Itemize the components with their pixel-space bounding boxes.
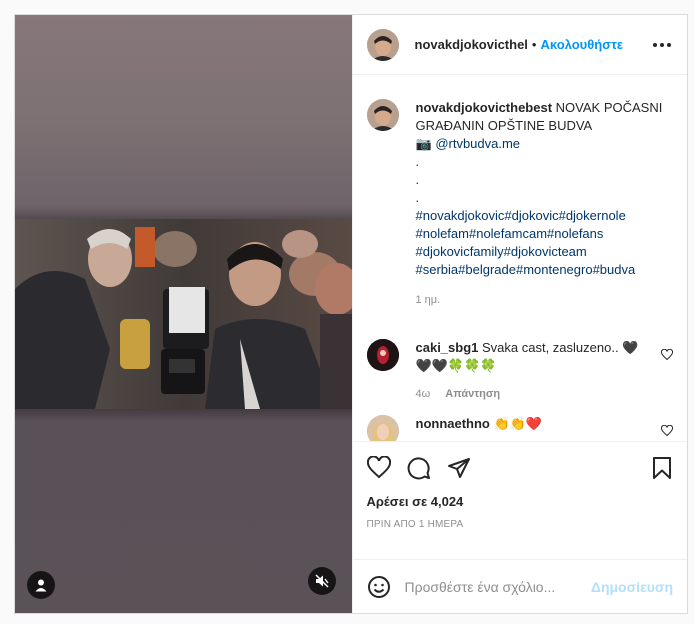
camera-emoji: 📷	[415, 136, 432, 151]
comments-list[interactable]: novakdjokovicthebest NOVAK POČASNI GRAĐA…	[353, 75, 688, 441]
caption-age[interactable]: 1 ημ.	[416, 291, 674, 309]
mute-button[interactable]	[307, 567, 336, 595]
comment-username[interactable]: caki_sbg1	[416, 340, 479, 355]
caption-body: novakdjokovicthebest NOVAK POČASNI GRAĐA…	[416, 99, 674, 309]
caption: novakdjokovicthebest NOVAK POČASNI GRAĐA…	[366, 99, 674, 309]
author-username[interactable]: novakdjokovicthel	[415, 37, 528, 52]
post-media[interactable]	[15, 15, 352, 613]
post-comment-button[interactable]: Δημοσίευση	[591, 579, 673, 595]
comment-meta: 4ω Απάντηση	[416, 385, 648, 403]
author-avatar[interactable]	[366, 28, 399, 61]
user-tag-button[interactable]	[27, 571, 55, 599]
like-comment-icon[interactable]	[661, 425, 673, 437]
more-options-button[interactable]	[651, 37, 673, 53]
post-header: novakdjokovicthel • Ακολουθήστε	[352, 15, 687, 75]
user-tag-icon	[35, 579, 47, 592]
comment-body: nonnaethno 👏👏❤️	[416, 415, 543, 441]
comment-item: nonnaethno 👏👏❤️	[366, 415, 673, 441]
action-bar	[366, 442, 674, 494]
post-side-panel: novakdjokovicthel • Ακολουθήστε novakdjo…	[351, 15, 688, 613]
commenter-avatar[interactable]	[366, 339, 399, 371]
caption-avatar[interactable]	[366, 99, 399, 131]
follow-button[interactable]: Ακολουθήστε	[540, 37, 623, 52]
comment-icon[interactable]	[407, 456, 431, 480]
credit-mention[interactable]: @rtvbudva.me	[435, 136, 520, 151]
video-frame[interactable]	[15, 219, 352, 409]
comment-username[interactable]: nonnaethno	[416, 416, 490, 431]
post-timestamp[interactable]: ΠΡΙΝ ΑΠΟ 1 ΗΜΕΡΑ	[367, 519, 674, 530]
save-icon[interactable]	[651, 456, 673, 480]
post-dialog: novakdjokovicthel • Ακολουθήστε novakdjo…	[14, 14, 688, 614]
post-actions: Αρέσει σε 4,024 ΠΡΙΝ ΑΠΟ 1 ΗΜΕΡΑ	[352, 441, 687, 559]
caption-username[interactable]: novakdjokovicthebest	[416, 100, 553, 115]
separator-dot: •	[531, 37, 537, 52]
emoji-icon[interactable]	[367, 575, 391, 599]
more-icon	[653, 42, 657, 47]
comment-emojis: 👏👏❤️	[493, 416, 543, 431]
reply-button[interactable]: Απάντηση	[445, 388, 500, 400]
add-comment-bar: Προσθέστε ένα σχόλιο... Δημοσίευση	[352, 559, 687, 613]
comment-body: caki_sbg1 Svaka cast, zasluzeno.. 🖤 🖤🖤🍀🍀…	[416, 339, 648, 403]
comment-age[interactable]: 4ω	[416, 388, 431, 400]
caption-dots: . . .	[415, 154, 420, 205]
caption-hashtags[interactable]: #novakdjokovic#djokovic#djokernole #nole…	[416, 207, 666, 279]
like-comment-icon[interactable]	[661, 349, 673, 361]
commenter-avatar[interactable]	[366, 415, 399, 441]
mute-icon	[314, 574, 329, 588]
share-icon[interactable]	[447, 456, 471, 480]
comment-text: Svaka cast, zasluzeno..	[482, 340, 619, 355]
comment-input[interactable]: Προσθέστε ένα σχόλιο...	[405, 579, 591, 595]
like-count[interactable]: Αρέσει σε 4,024	[367, 494, 674, 509]
heart-icon[interactable]	[366, 456, 391, 480]
comment-item: caki_sbg1 Svaka cast, zasluzeno.. 🖤 🖤🖤🍀🍀…	[366, 339, 673, 403]
